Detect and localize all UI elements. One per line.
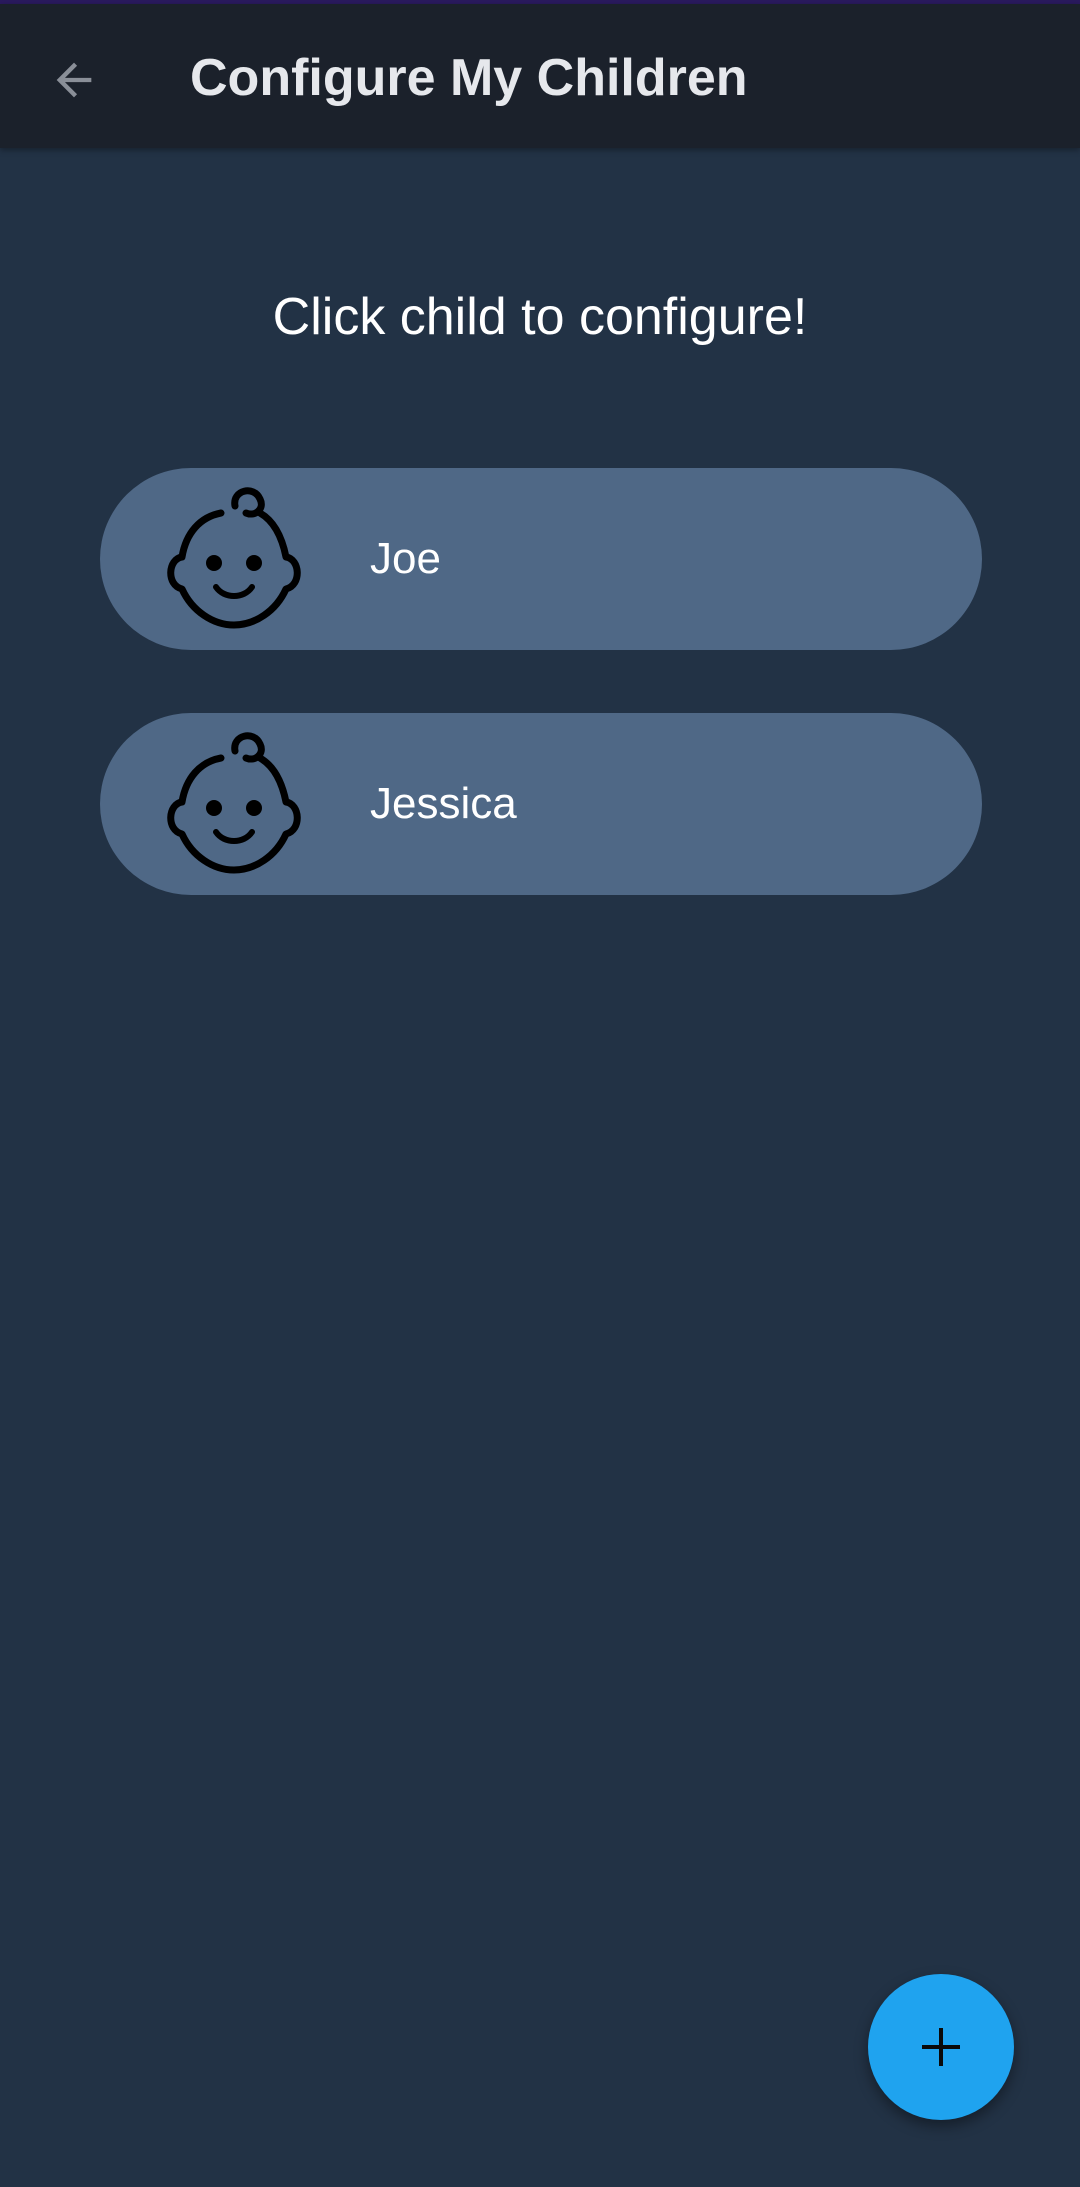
baby-face-icon (167, 487, 301, 629)
child-name: Joe (370, 534, 441, 583)
app-bar: Configure My Children (0, 4, 1080, 148)
child-name: Jessica (370, 779, 517, 828)
back-button[interactable] (28, 34, 120, 126)
child-card-jessica[interactable]: Jessica (100, 713, 982, 895)
child-card-joe[interactable]: Joe (100, 468, 982, 650)
plus-icon (922, 2028, 960, 2066)
add-child-button[interactable] (868, 1974, 1014, 2120)
instruction-text: Click child to configure! (272, 288, 808, 346)
baby-face-icon (167, 732, 301, 874)
page-title: Configure My Children (190, 49, 748, 107)
arrow-left-icon (56, 62, 92, 98)
